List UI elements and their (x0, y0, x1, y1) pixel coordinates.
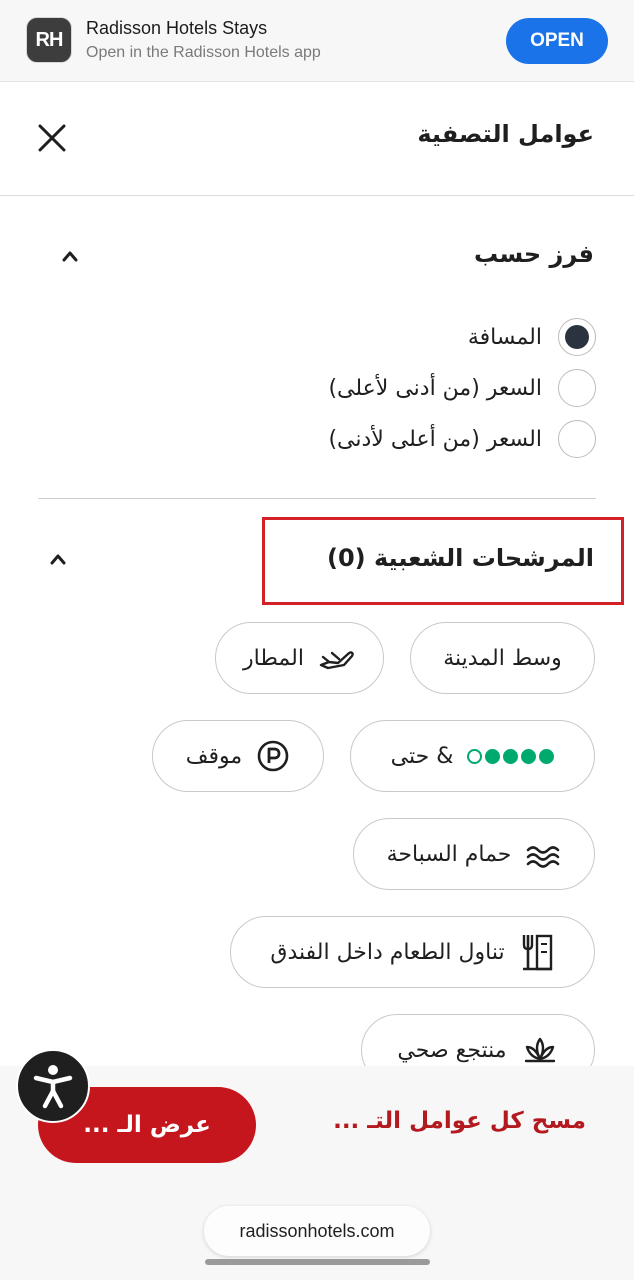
sort-option-price-high-low[interactable]: السعر (من أعلى لأدنى) (328, 419, 596, 459)
page-title: عوامل التصفية (417, 120, 594, 148)
airplane-icon (318, 644, 356, 672)
chip-label: منتجع صحي (397, 1037, 507, 1063)
rating-bubbles-icon (467, 748, 555, 764)
chip-label: وسط المدينة (443, 645, 562, 671)
sort-option-price-low-high[interactable]: السعر (من أدنى لأعلى) (328, 368, 596, 408)
chevron-up-icon (50, 554, 66, 565)
close-button[interactable] (32, 118, 72, 158)
rating-bubble-filled (503, 748, 519, 764)
close-icon (38, 124, 66, 152)
section-divider (38, 498, 596, 499)
radio-button[interactable] (558, 420, 596, 458)
rating-bubble-filled (521, 748, 537, 764)
filters-header: عوامل التصفية (0, 82, 634, 196)
filter-chip-parking[interactable]: موقف (152, 720, 324, 792)
rating-bubble-filled (485, 748, 501, 764)
pool-icon (525, 839, 561, 869)
filter-chip-airport[interactable]: المطار (215, 622, 384, 694)
sort-section-title: فرز حسب (474, 240, 594, 268)
chip-label: حمام السباحة (386, 841, 512, 867)
filter-chip-rating[interactable]: & حتى (350, 720, 595, 792)
banner-title: Radisson Hotels Stays (86, 18, 268, 38)
smart-app-banner: RH Radisson Hotels Stays Open in the Rad… (0, 0, 634, 82)
filter-chip-city-center[interactable]: وسط المدينة (410, 622, 595, 694)
rating-bubble-filled (539, 748, 555, 764)
popular-collapse-toggle[interactable] (44, 545, 72, 573)
chip-label: & حتى (390, 743, 454, 769)
filter-chip-dining[interactable]: تناول الطعام داخل الفندق (230, 916, 595, 988)
rating-bubble-empty (467, 748, 483, 764)
sort-option-label: السعر (من أدنى لأعلى) (328, 375, 542, 401)
sort-option-distance[interactable]: المسافة (468, 317, 596, 357)
banner-subtitle: Open in the Radisson Hotels app (86, 44, 321, 61)
sort-option-label: المسافة (467, 324, 542, 350)
chip-label: المطار (243, 645, 304, 671)
home-indicator[interactable] (205, 1259, 430, 1265)
filter-chip-pool[interactable]: حمام السباحة (353, 818, 595, 890)
chip-label: تناول الطعام داخل الفندق (270, 939, 505, 965)
sort-collapse-toggle[interactable] (56, 242, 84, 270)
dining-icon (519, 932, 555, 972)
chip-label: موقف (185, 743, 243, 769)
browser-url-bar[interactable]: radissonhotels.com (204, 1206, 430, 1256)
radisson-app-icon: RH (26, 17, 72, 63)
parking-icon (256, 739, 290, 773)
chevron-up-icon (62, 251, 78, 262)
accessibility-button[interactable] (16, 1049, 90, 1123)
accessibility-person-icon (33, 1065, 73, 1109)
clear-all-filters-link[interactable]: مسح كل عوامل التـ ... (333, 1108, 586, 1134)
sort-option-label: السعر (من أعلى لأدنى) (328, 426, 542, 452)
spa-lotus-icon (521, 1035, 559, 1065)
highlight-box (262, 517, 624, 605)
radio-button[interactable] (558, 369, 596, 407)
radio-button-selected[interactable] (558, 318, 596, 356)
open-app-button[interactable]: OPEN (506, 18, 608, 64)
